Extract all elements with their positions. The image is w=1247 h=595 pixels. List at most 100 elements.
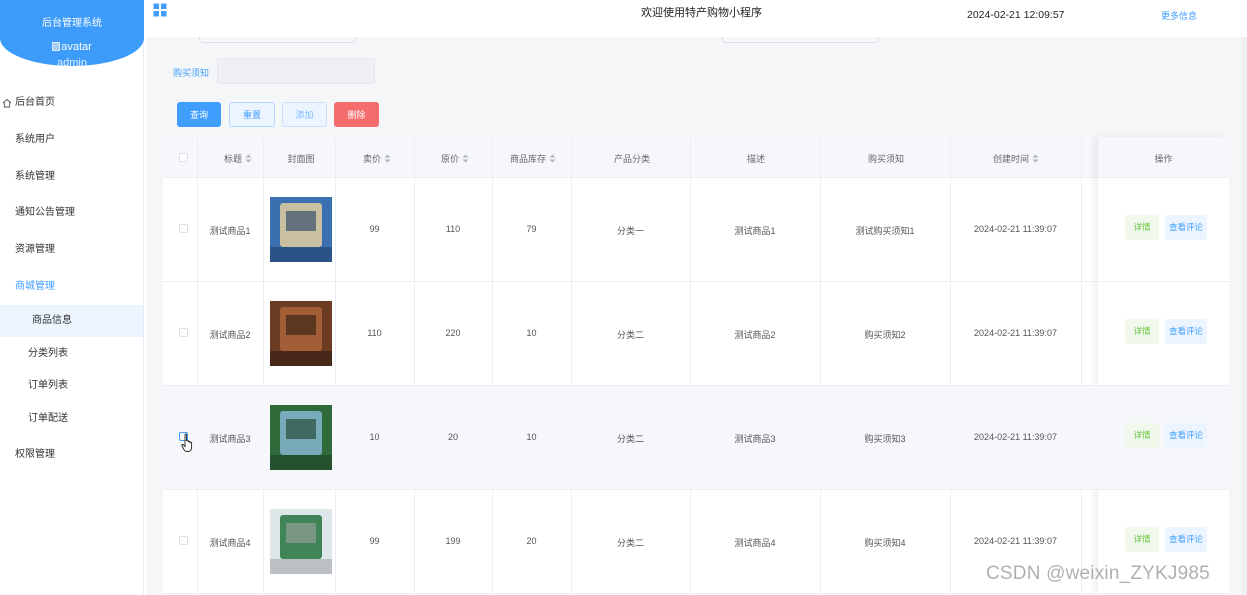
cell-price: 110	[367, 328, 382, 338]
search-field-above-right[interactable]	[722, 37, 879, 43]
sort-icon[interactable]	[245, 154, 252, 163]
header-datetime: 2024-02-21 12:09:57	[967, 9, 1065, 21]
col-orig-price[interactable]: 原价	[421, 152, 489, 165]
sidebar-item-products[interactable]: 商品信息	[0, 305, 143, 337]
col-price[interactable]: 卖价	[343, 152, 411, 165]
sidebar-item-label: 系统管理	[15, 171, 55, 182]
select-all-checkbox[interactable]	[179, 153, 188, 162]
cell-desc: 测试商品3	[734, 434, 776, 444]
cell-orig: 110	[445, 224, 461, 234]
table-row[interactable]: 测试商品1 99 110 79 分类一 测试商品1 测试购买须知1 2024-02-21 11…	[163, 178, 1229, 282]
view-reviews-button[interactable]: 查看评论	[1165, 423, 1207, 448]
avatar-alt-text: avatar	[61, 41, 92, 53]
notice-search-input[interactable]	[217, 58, 375, 84]
watermark: CSDN @weixin_ZYKJ985	[986, 563, 1210, 584]
brand-title: 后台管理系统	[42, 18, 102, 29]
cell-created: 2024-02-21 11:39:07	[974, 224, 1057, 234]
cell-stock: 10	[526, 328, 537, 338]
sort-icon[interactable]	[1032, 154, 1039, 163]
sidebar-item-resources[interactable]: 资源管理	[0, 237, 143, 263]
sidebar-item-system[interactable]: 系统管理	[0, 164, 143, 190]
sidebar-item-label: 订单配送	[28, 413, 68, 424]
col-cover: 封面图	[287, 154, 315, 164]
page-scrollbar[interactable]	[1242, 37, 1247, 595]
col-stock[interactable]: 商品库存	[493, 152, 573, 165]
product-cover-image[interactable]	[270, 405, 332, 470]
menu-toggle-icon[interactable]	[153, 3, 167, 17]
cell-notice: 测试购买须知1	[855, 226, 915, 236]
username: admin	[57, 57, 87, 69]
detail-button[interactable]: 详情	[1125, 319, 1159, 344]
row-checkbox[interactable]	[179, 224, 188, 233]
product-cover-image[interactable]	[270, 197, 332, 262]
hand-cursor-icon	[181, 433, 193, 452]
sort-icon[interactable]	[549, 154, 556, 163]
cell-stock: 10	[526, 432, 537, 442]
table-header: 标题 封面图 卖价 原价 商品库存 产品分类 描述 购买须知 创建时间 操作	[163, 137, 1229, 178]
sort-icon[interactable]	[462, 154, 469, 163]
cell-stock: 79	[526, 224, 537, 234]
sidebar-item-notice[interactable]: 通知公告管理	[0, 200, 143, 226]
cell-orig: 220	[445, 328, 461, 338]
col-title[interactable]: 标题	[213, 152, 263, 165]
table-row[interactable]: 测试商品2 110 220 10 分类二 测试商品2 购买须知2 2024-02-21 11:…	[163, 282, 1229, 386]
detail-button[interactable]: 详情	[1125, 423, 1159, 448]
detail-button[interactable]: 详情	[1125, 215, 1159, 240]
view-reviews-button[interactable]: 查看评论	[1165, 319, 1207, 344]
col-category: 产品分类	[613, 154, 650, 164]
query-button[interactable]: 查询	[177, 102, 221, 127]
sidebar-item-delivery[interactable]: 订单配送	[0, 406, 143, 432]
cell-notice: 购买须知2	[864, 330, 906, 340]
cell-desc: 测试商品2	[734, 330, 776, 340]
sidebar-item-label: 商城管理	[15, 281, 55, 292]
cell-created: 2024-02-21 11:39:07	[974, 536, 1057, 546]
sidebar-item-home[interactable]: 后台首页	[0, 90, 143, 116]
col-stock-label: 商品库存	[509, 154, 546, 164]
table-row[interactable]: 测试商品3 10 20 10 分类二 测试商品3 购买须知3 2024-02-21 11:39…	[163, 386, 1229, 490]
row-checkbox[interactable]	[179, 328, 188, 337]
row-checkbox[interactable]	[179, 536, 188, 545]
cell-notice: 购买须知3	[864, 434, 906, 444]
sidebar-item-label: 资源管理	[15, 244, 55, 255]
product-cover-image[interactable]	[270, 301, 332, 366]
avatar[interactable]: avatar	[0, 41, 144, 53]
sidebar-item-orders[interactable]: 订单列表	[0, 373, 143, 399]
sort-icon[interactable]	[384, 154, 391, 163]
sidebar-item-categories[interactable]: 分类列表	[0, 341, 143, 367]
cell-price: 99	[369, 224, 380, 234]
view-reviews-button[interactable]: 查看评论	[1165, 215, 1207, 240]
product-cover-image[interactable]	[270, 509, 332, 574]
cell-category: 分类一	[616, 226, 644, 236]
col-desc: 描述	[746, 154, 765, 164]
brand-header: 后台管理系统 avatar admin	[0, 0, 144, 69]
sidebar-item-label: 订单列表	[28, 380, 68, 391]
notice-search-label: 购买须知	[173, 68, 210, 78]
view-reviews-button[interactable]: 查看评论	[1165, 527, 1207, 552]
sidebar-item-label: 分类列表	[28, 348, 68, 359]
cell-title: 测试商品2	[209, 330, 251, 340]
sidebar-item-mall[interactable]: 商城管理	[0, 274, 143, 300]
detail-button[interactable]: 详情	[1125, 527, 1159, 552]
cell-category: 分类二	[616, 434, 644, 444]
col-notice: 购买须知	[867, 154, 904, 164]
more-info-link[interactable]: 更多信息	[1161, 9, 1197, 22]
cell-notice: 购买须知4	[864, 538, 906, 548]
sidebar-item-label: 通知公告管理	[15, 207, 75, 218]
cell-category: 分类二	[616, 330, 644, 340]
cell-stock: 20	[526, 536, 537, 546]
col-created-label: 创建时间	[992, 154, 1029, 164]
broken-image-icon	[52, 42, 61, 51]
cell-category: 分类二	[616, 538, 644, 548]
cell-desc: 测试商品1	[734, 226, 776, 236]
search-field-above-left[interactable]	[199, 37, 356, 43]
sidebar-item-users[interactable]: 系统用户	[0, 127, 143, 153]
add-button[interactable]: 添加	[282, 102, 327, 127]
reset-button[interactable]: 重置	[229, 102, 275, 127]
col-title-label: 标题	[223, 154, 242, 164]
col-created[interactable]: 创建时间	[951, 152, 1081, 165]
sidebar-item-label: 权限管理	[15, 449, 55, 460]
sidebar: 后台管理系统 avatar admin 后台首页 系统用户 系统管理 通知公告管…	[0, 0, 144, 595]
delete-button[interactable]: 删除	[334, 102, 379, 127]
cell-title: 测试商品1	[209, 226, 251, 236]
sidebar-item-permissions[interactable]: 权限管理	[0, 442, 143, 468]
